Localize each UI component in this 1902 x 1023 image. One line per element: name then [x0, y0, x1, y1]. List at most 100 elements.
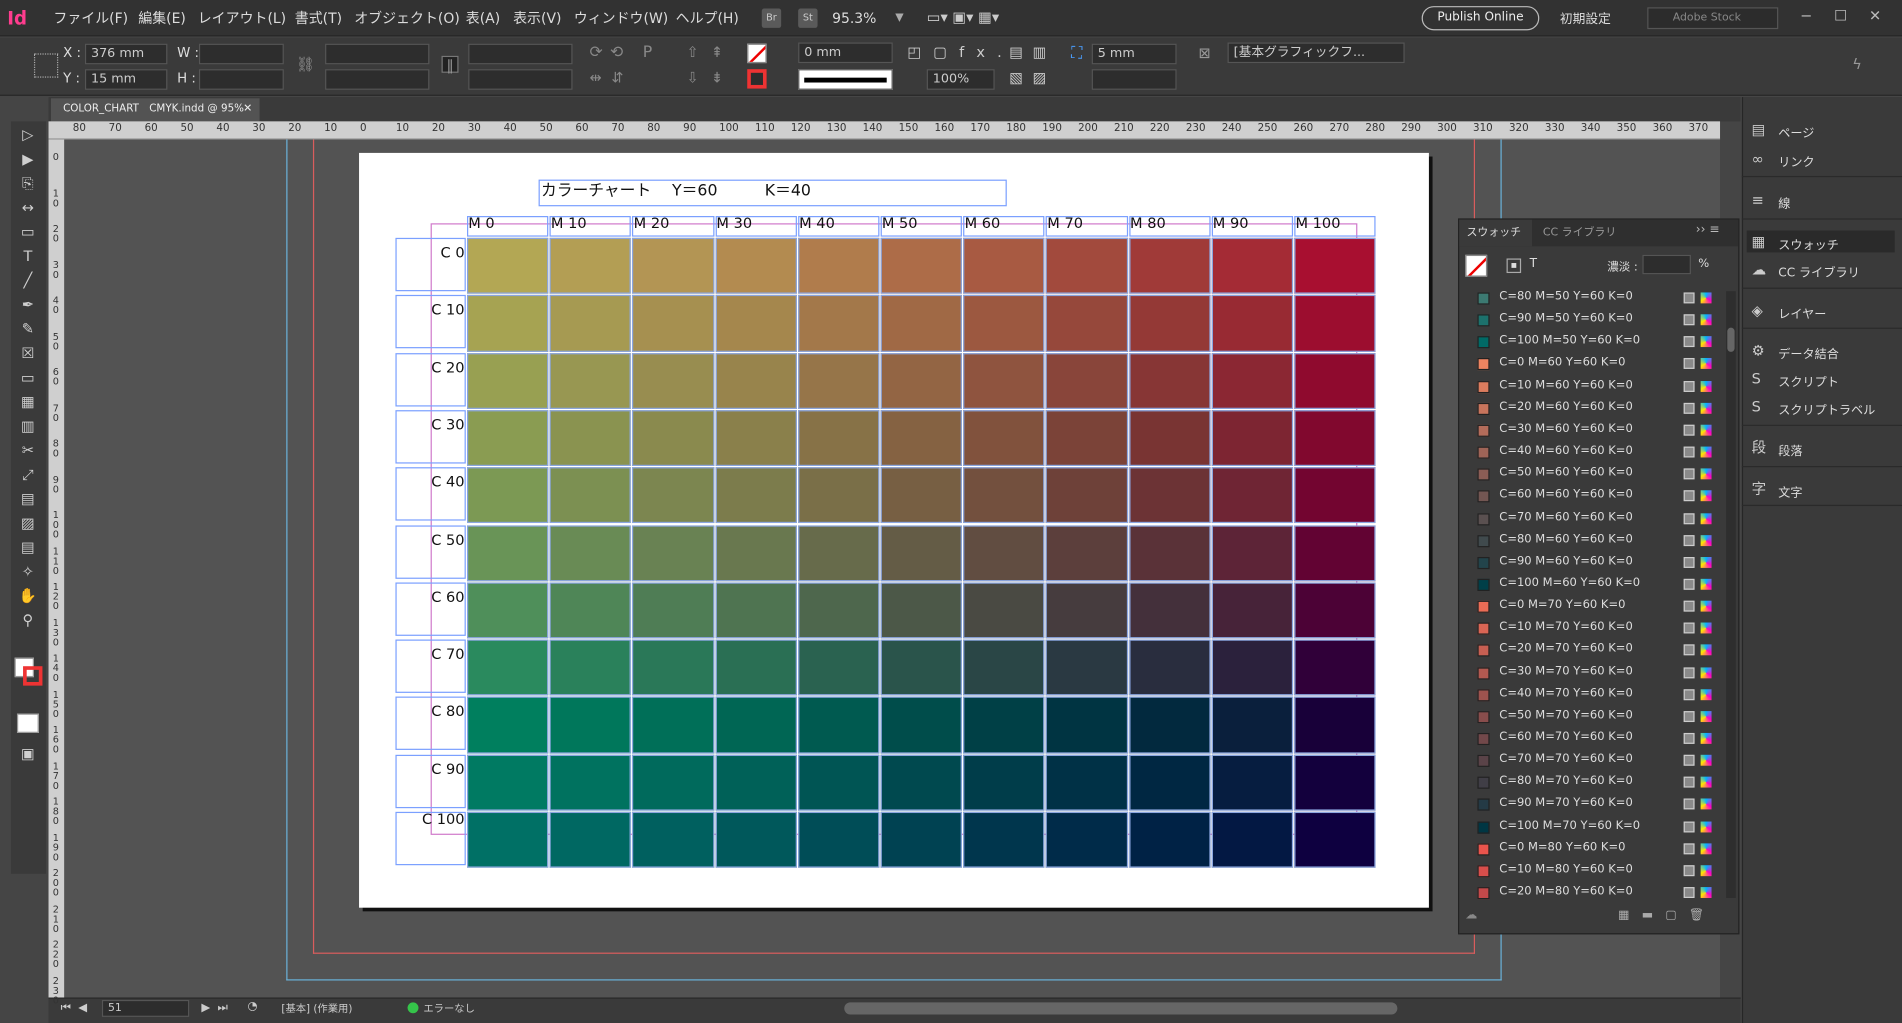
tint-field[interactable]: [1642, 254, 1691, 275]
selection-tool-icon[interactable]: ▷: [11, 124, 45, 146]
screen-mode-icon[interactable]: ▭▾ ▣▾ ▦▾: [927, 8, 999, 25]
color-cell[interactable]: [963, 811, 1045, 869]
type-tool-icon[interactable]: T: [11, 245, 45, 267]
rectangle-frame-tool-icon[interactable]: ☒: [11, 342, 45, 364]
color-cell[interactable]: [963, 295, 1045, 352]
color-cell[interactable]: [1294, 295, 1376, 352]
zoom-tool-icon[interactable]: ⚲: [11, 609, 45, 631]
color-cell[interactable]: [880, 467, 963, 524]
cc-library-icon[interactable]: ☁: [1752, 261, 1771, 278]
x-field[interactable]: 376 mm: [84, 43, 168, 65]
panel-menu-icon[interactable]: ›› ≡: [1696, 223, 1720, 236]
swatch-list-scrollbar[interactable]: [1726, 291, 1736, 898]
color-cell[interactable]: [1211, 754, 1294, 811]
script-label-icon[interactable]: S: [1752, 398, 1771, 415]
color-cell[interactable]: [1128, 467, 1211, 524]
color-cell[interactable]: [797, 295, 880, 352]
color-cell[interactable]: [1046, 697, 1128, 754]
color-cell[interactable]: [1046, 811, 1128, 869]
color-cell[interactable]: [549, 639, 632, 696]
menu-item[interactable]: ファイル(F): [53, 8, 128, 27]
flip-buttons-icon[interactable]: ⇹⇵: [590, 69, 634, 86]
hand-tool-icon[interactable]: ✋: [11, 585, 45, 607]
color-cell[interactable]: [549, 410, 632, 467]
pen-tool-icon[interactable]: ✒: [11, 294, 45, 316]
color-cell[interactable]: [797, 697, 880, 754]
page-tool-icon[interactable]: ⎘: [11, 172, 45, 194]
y-field[interactable]: 15 mm: [84, 69, 168, 90]
color-cell[interactable]: [715, 237, 797, 295]
color-cell[interactable]: [715, 639, 797, 696]
color-cell[interactable]: [632, 295, 714, 352]
next-last-page-icon[interactable]: ▶⏭: [201, 1001, 235, 1014]
pencil-tool-icon[interactable]: ✎: [11, 318, 45, 340]
color-cell[interactable]: [1046, 352, 1128, 409]
color-cell[interactable]: [632, 582, 714, 639]
color-cell[interactable]: [1294, 467, 1376, 524]
color-cell[interactable]: [797, 811, 880, 869]
color-cell[interactable]: [1294, 352, 1376, 409]
color-cell[interactable]: [1294, 639, 1376, 696]
color-cell[interactable]: [715, 754, 797, 811]
color-cell[interactable]: [467, 237, 549, 295]
color-cell[interactable]: [880, 582, 963, 639]
fitting-icon[interactable]: ⊠: [1196, 45, 1213, 62]
rotate-buttons-icon[interactable]: ⟳⟲ P: [590, 44, 660, 62]
menu-item[interactable]: 表(A): [466, 8, 500, 27]
character-icon[interactable]: 字: [1752, 481, 1771, 498]
color-cell[interactable]: [467, 697, 549, 754]
swatch-actions-icon[interactable]: ▦▬▢🗑: [1618, 909, 1716, 922]
color-cell[interactable]: [549, 467, 632, 524]
color-cell[interactable]: [797, 352, 880, 409]
color-cell[interactable]: [467, 582, 549, 639]
color-cell[interactable]: [632, 237, 714, 295]
color-cell[interactable]: [1128, 754, 1211, 811]
color-cell[interactable]: [1128, 524, 1211, 582]
page-number-field[interactable]: 51: [101, 999, 190, 1017]
color-cell[interactable]: [963, 467, 1045, 524]
color-cell[interactable]: [797, 754, 880, 811]
color-cell[interactable]: [467, 467, 549, 524]
menu-item[interactable]: レイアウト(L): [198, 8, 286, 27]
window-controls-icon[interactable]: −☐✕: [1800, 7, 1902, 24]
gradient-tool-icon[interactable]: ▤: [11, 488, 45, 510]
text-toggle[interactable]: T: [1530, 257, 1537, 270]
stroke-type-select[interactable]: [798, 69, 893, 90]
color-cell[interactable]: [880, 295, 963, 352]
dock-item-pages[interactable]: ページ: [1778, 123, 1814, 140]
color-cell[interactable]: [715, 467, 797, 524]
table-tool-icon[interactable]: ▦: [11, 391, 45, 413]
color-cell[interactable]: [549, 754, 632, 811]
color-cell[interactable]: [467, 410, 549, 467]
shear-field[interactable]: [468, 69, 573, 90]
dock-item-scripts[interactable]: スクリプト: [1778, 371, 1839, 389]
color-cell[interactable]: [1128, 697, 1211, 754]
grid-tool-icon[interactable]: ▥: [11, 415, 45, 437]
color-cell[interactable]: [797, 467, 880, 524]
stroke-box-icon[interactable]: [23, 666, 43, 686]
publish-online-button[interactable]: Publish Online: [1421, 6, 1540, 31]
stroke-icon[interactable]: ≡: [1752, 192, 1771, 209]
color-cell[interactable]: [1128, 811, 1211, 869]
color-cell[interactable]: [1294, 524, 1376, 582]
color-cell[interactable]: [467, 754, 549, 811]
first-prev-page-icon[interactable]: ⏮◀: [61, 1001, 95, 1014]
color-cell[interactable]: [1128, 352, 1211, 409]
offset-field[interactable]: 5 mm: [1091, 43, 1177, 65]
reference-point-icon[interactable]: [33, 53, 59, 78]
document-tab[interactable]: COLOR_CHART CMYK.indd @ 95% ✕: [50, 98, 260, 122]
color-cell[interactable]: [1211, 237, 1294, 295]
color-cell[interactable]: [1294, 697, 1376, 754]
color-cell[interactable]: [549, 524, 632, 582]
color-cell[interactable]: [1128, 410, 1211, 467]
color-cell[interactable]: [1211, 524, 1294, 582]
dock-item-swatches[interactable]: スウォッチ: [1778, 234, 1839, 252]
color-cell[interactable]: [549, 295, 632, 352]
color-cell[interactable]: [880, 410, 963, 467]
color-cell[interactable]: [880, 811, 963, 869]
color-cell[interactable]: [963, 697, 1045, 754]
effects-icon[interactable]: ◰▢fx.: [907, 44, 1014, 61]
color-cell[interactable]: [963, 754, 1045, 811]
color-cell[interactable]: [1128, 295, 1211, 352]
width-field[interactable]: [198, 43, 284, 65]
